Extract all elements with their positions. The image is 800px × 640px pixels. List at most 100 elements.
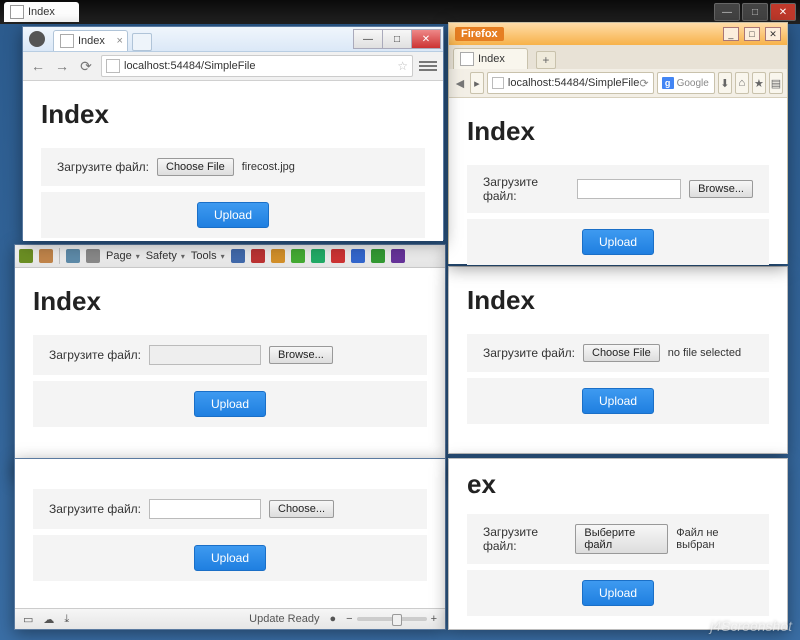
new-tab-button[interactable]: [132, 33, 152, 51]
maximize-button[interactable]: □: [744, 27, 760, 41]
feeds-icon[interactable]: [39, 249, 53, 263]
firefox-window: Firefox _ □ ✕ Index + ◄ ▸ localhost:5448…: [448, 22, 788, 264]
ie-menu-tools[interactable]: Tools: [191, 250, 225, 262]
upload-button[interactable]: Upload: [194, 391, 266, 417]
zoom-in-icon[interactable]: +: [431, 613, 437, 625]
file-row: Загрузите файл: Browse...: [33, 335, 427, 375]
upload-label: Загрузите файл:: [49, 348, 141, 362]
bookmarks-icon[interactable]: ★: [752, 72, 766, 94]
page-icon: [460, 52, 474, 66]
ie-menu-page[interactable]: Page: [106, 250, 140, 262]
close-button[interactable]: ✕: [765, 27, 781, 41]
upload-button[interactable]: Upload: [582, 580, 654, 606]
addon-icon-3[interactable]: [291, 249, 305, 263]
close-button[interactable]: ✕: [411, 29, 441, 49]
file-path-input[interactable]: [577, 179, 681, 199]
site-icon: [492, 77, 504, 89]
safari-window: Index Загрузите файл: Choose File no fil…: [448, 266, 788, 454]
chrome-window-controls: — □ ✕: [354, 29, 441, 49]
submit-row: Upload: [41, 192, 425, 238]
addon-icon-1[interactable]: [251, 249, 265, 263]
help-icon[interactable]: [231, 249, 245, 263]
choose-file-button[interactable]: Выберите файл: [575, 524, 668, 554]
file-row: Загрузите файл: Choose File no file sele…: [467, 334, 769, 372]
submit-row: Upload: [33, 535, 427, 581]
addon-icon-8[interactable]: [391, 249, 405, 263]
status-icon-2[interactable]: ☁: [43, 613, 54, 626]
firefox-tab[interactable]: Index: [453, 48, 528, 69]
maximize-button[interactable]: □: [742, 3, 768, 21]
status-icon-3[interactable]: ⤓: [64, 613, 69, 626]
upload-button[interactable]: Upload: [582, 388, 654, 414]
addon-icon-6[interactable]: [351, 249, 365, 263]
page-title: Index: [33, 286, 427, 317]
site-icon: [106, 59, 120, 73]
ie-menu-safety[interactable]: Safety: [146, 250, 185, 262]
maximize-button[interactable]: □: [382, 29, 412, 49]
watermark: j4Screenshot: [710, 618, 792, 634]
mail-icon[interactable]: [66, 249, 80, 263]
choose-file-button[interactable]: Choose File: [157, 158, 234, 176]
close-button[interactable]: ✕: [770, 3, 796, 21]
chrome-tab[interactable]: Index ×: [53, 30, 128, 51]
chrome-toolbar: ← → ⟳ localhost:54484/SimpleFile ☆: [23, 52, 443, 81]
print-icon[interactable]: [86, 249, 100, 263]
file-path-input[interactable]: [149, 345, 261, 365]
page-icon: [60, 34, 74, 48]
forward-button[interactable]: ▸: [470, 72, 484, 94]
url-text: localhost:54484/SimpleFile: [508, 77, 639, 89]
search-placeholder: Google: [677, 78, 709, 89]
os-tab-title: Index: [28, 6, 55, 18]
status-text: Update Ready: [249, 613, 319, 625]
firefox-tabstrip: Index +: [449, 45, 787, 69]
file-path-input[interactable]: [149, 499, 261, 519]
ie-command-bar: Page Safety Tools: [15, 245, 445, 268]
opera-window: Загрузите файл: Choose... Upload ▭ ☁ ⤓ U…: [14, 458, 446, 630]
browse-button[interactable]: Browse...: [689, 180, 753, 198]
upload-label: Загрузите файл:: [49, 502, 141, 516]
addon-icon-5[interactable]: [331, 249, 345, 263]
status-bar: ▭ ☁ ⤓ Update Ready ● − +: [15, 608, 445, 629]
addon-icon-2[interactable]: [271, 249, 285, 263]
minimize-button[interactable]: —: [714, 3, 740, 21]
reload-button[interactable]: ⟳: [77, 57, 95, 75]
choose-file-button[interactable]: Choose File: [583, 344, 660, 362]
upload-button[interactable]: Upload: [194, 545, 266, 571]
page-icon: [10, 5, 24, 19]
file-row: Загрузите файл: Выберите файл Файл не вы…: [467, 514, 769, 564]
choose-button[interactable]: Choose...: [269, 500, 334, 518]
address-bar[interactable]: localhost:54484/SimpleFile ⟳: [487, 72, 654, 94]
addon-icon-4[interactable]: [311, 249, 325, 263]
upload-button[interactable]: Upload: [582, 229, 654, 255]
ie-window: Page Safety Tools Index Загрузите файл: …: [14, 244, 446, 476]
back-button[interactable]: ◄: [453, 74, 467, 92]
page-title: ex: [467, 469, 769, 500]
firefox-titlebar: Firefox _ □ ✕: [449, 23, 787, 45]
search-box[interactable]: g Google: [657, 72, 715, 94]
os-tab-index[interactable]: Index: [4, 2, 79, 22]
submit-row: Upload: [467, 378, 769, 424]
zoom-slider[interactable]: − +: [346, 613, 437, 625]
home-icon[interactable]: ⌂: [735, 72, 749, 94]
browse-button[interactable]: Browse...: [269, 346, 333, 364]
menu-button[interactable]: [419, 57, 437, 75]
file-hint: Файл не выбран: [676, 527, 753, 551]
zoom-out-icon[interactable]: −: [346, 613, 352, 625]
minimize-button[interactable]: _: [723, 27, 739, 41]
forward-button[interactable]: →: [53, 57, 71, 75]
close-tab-icon[interactable]: ×: [116, 35, 122, 47]
bookmark-star-icon[interactable]: ☆: [397, 59, 408, 73]
new-tab-button[interactable]: +: [536, 51, 556, 69]
downloads-icon[interactable]: ⬇: [718, 72, 732, 94]
address-bar[interactable]: localhost:54484/SimpleFile ☆: [101, 55, 413, 77]
sidebar-icon[interactable]: ▤: [769, 72, 783, 94]
page-title: Index: [467, 285, 769, 316]
upload-button[interactable]: Upload: [197, 202, 269, 228]
minimize-button[interactable]: —: [353, 29, 383, 49]
reload-icon[interactable]: ⟳: [639, 77, 648, 90]
status-icon-1[interactable]: ▭: [23, 613, 33, 626]
addon-icon-7[interactable]: [371, 249, 385, 263]
back-button[interactable]: ←: [29, 57, 47, 75]
home-icon[interactable]: [19, 249, 33, 263]
desktop: Index — □ ✕ Page Safety Tools: [0, 0, 800, 640]
